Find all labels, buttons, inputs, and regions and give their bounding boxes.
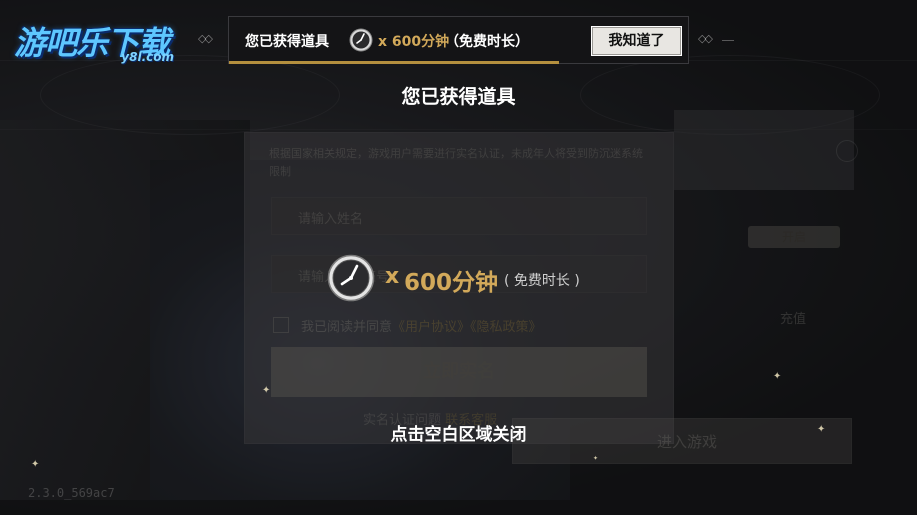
sparkle-icon: ✦: [262, 385, 271, 396]
item-received-notification: 您已获得道具 x 600分钟 （免费时长） 我知道了: [228, 16, 689, 64]
reward-note: ( 免费时长 ): [504, 273, 580, 289]
tap-blank-to-close[interactable]: 点击空白区域关闭: [0, 420, 917, 445]
clock-icon: [327, 254, 375, 302]
notification-subtitle: （免费时长）: [445, 34, 529, 50]
logo-domain-text: y8l.com: [121, 50, 174, 64]
sparkle-icon: ✦: [773, 371, 782, 382]
notification-title: 您已获得道具: [245, 34, 329, 50]
notification-timer-bar: [229, 61, 560, 64]
reward-multiplier: x: [385, 264, 400, 289]
sparkle-icon: ✦: [31, 459, 40, 470]
site-logo: 游吧乐下载 y8l.com: [14, 18, 192, 68]
popup-title: 您已获得道具: [401, 86, 516, 108]
diamond-ornament-icon: ◇◇: [198, 32, 213, 45]
notification-amount: x 600分钟: [378, 34, 450, 50]
diamond-ornament-icon: ◇◇: [698, 32, 713, 45]
ornament-line: [722, 40, 734, 41]
sparkle-icon: ✦: [593, 455, 599, 462]
reward-amount: 600分钟: [404, 270, 499, 296]
version-label: 2.3.0_569ac7: [28, 486, 115, 500]
clock-icon: [349, 28, 373, 52]
got-it-button[interactable]: 我知道了: [591, 26, 682, 56]
